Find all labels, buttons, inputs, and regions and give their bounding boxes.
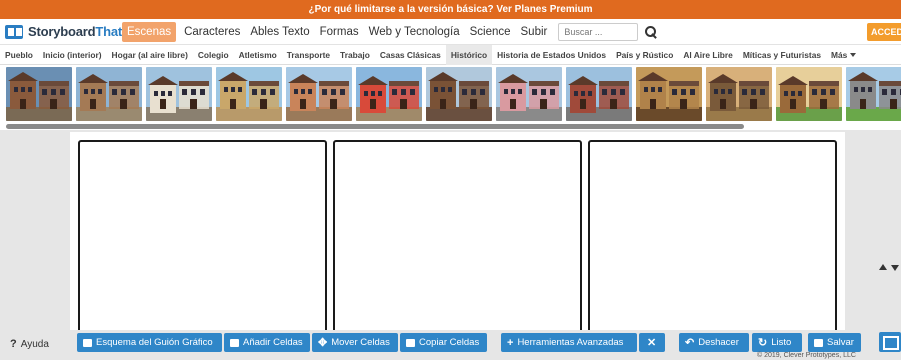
add-cells-button[interactable]: Añadir Celdas bbox=[224, 333, 310, 352]
layout-icon bbox=[83, 338, 92, 347]
tab-caracteres[interactable]: Caracteres bbox=[179, 22, 245, 42]
scene-thumbnail-market-square[interactable] bbox=[286, 67, 352, 121]
tab-subir[interactable]: Subir bbox=[516, 22, 553, 42]
undo-label: Deshacer bbox=[698, 337, 739, 348]
move-icon: ✥ bbox=[318, 337, 328, 349]
storyboard-cell[interactable] bbox=[333, 140, 582, 334]
done-label: Listo bbox=[771, 337, 792, 348]
scene-thumbnail-castle-interior[interactable] bbox=[706, 67, 772, 121]
scene-thumbnail-brick-street[interactable] bbox=[6, 67, 72, 121]
logo-text-main: Storyboard bbox=[28, 24, 96, 39]
tab-web-tecnologia[interactable]: Web y Tecnología bbox=[364, 22, 465, 42]
scene-thumbnail-stone-row[interactable] bbox=[76, 67, 142, 121]
tab-science[interactable]: Science bbox=[465, 22, 516, 42]
storyboard-layout-label: Esquema del Guión Gráfico bbox=[96, 337, 213, 348]
category-hogar-aire-libre[interactable]: Hogar (al aire libre) bbox=[107, 45, 193, 65]
bottom-toolbar: ? Ayuda Esquema del Guión Gráfico Añadir… bbox=[0, 330, 901, 360]
storyboard-layout-button[interactable]: Esquema del Guión Gráfico bbox=[77, 333, 222, 352]
advanced-tools-button[interactable]: + Herramientas Avanzadas bbox=[501, 333, 637, 352]
undo-button[interactable]: ↶ Deshacer bbox=[679, 333, 749, 352]
category-inicio-interior[interactable]: Inicio (interior) bbox=[38, 45, 107, 65]
add-cells-icon bbox=[230, 338, 239, 347]
refresh-icon: ↻ bbox=[758, 337, 768, 349]
chevron-down-icon bbox=[850, 52, 857, 57]
category-casas-clasicas[interactable]: Casas Clásicas bbox=[375, 45, 446, 65]
save-icon bbox=[814, 338, 823, 347]
category-al-aire-libre[interactable]: Al Aire Libre bbox=[678, 45, 738, 65]
copy-cells-label: Copiar Celdas bbox=[419, 337, 480, 348]
copy-cells-button[interactable]: Copiar Celdas bbox=[400, 333, 487, 352]
premium-banner-text[interactable]: ¿Por qué limitarse a la versión básica? … bbox=[308, 4, 592, 15]
scene-thumbnail-pink-townhouse[interactable] bbox=[496, 67, 562, 121]
fullscreen-button[interactable]: ✕ bbox=[639, 333, 665, 352]
category-historico[interactable]: Histórico bbox=[445, 44, 493, 65]
storyboard-logo-icon bbox=[5, 24, 23, 39]
scroll-down-icon[interactable] bbox=[891, 265, 899, 271]
premium-banner[interactable]: ¿Por qué limitarse a la versión básica? … bbox=[0, 0, 901, 19]
search-input[interactable] bbox=[558, 22, 639, 41]
scrollbar-thumb[interactable] bbox=[6, 124, 744, 129]
login-button[interactable]: ACCEDE bbox=[867, 23, 901, 41]
help-icon: ? bbox=[10, 338, 17, 350]
tab-escenas[interactable]: Escenas bbox=[122, 21, 177, 42]
tab-formas[interactable]: Formas bbox=[315, 22, 364, 42]
expand-icon: ✕ bbox=[647, 337, 657, 349]
panel-scroll-controls bbox=[879, 264, 899, 271]
storyboardthat-logo[interactable]: StoryboardThat bbox=[5, 24, 122, 39]
category-pais-rustico[interactable]: País y Rústico bbox=[611, 45, 678, 65]
category-more-label: Más bbox=[831, 49, 848, 60]
advanced-tools-label: Herramientas Avanzadas bbox=[517, 337, 624, 348]
storyboard-canvas bbox=[70, 132, 845, 334]
save-label: Salvar bbox=[827, 337, 854, 348]
category-colegio[interactable]: Colegio bbox=[193, 45, 234, 65]
move-cells-label: Mover Celdas bbox=[331, 337, 390, 348]
category-more-dropdown[interactable]: Más bbox=[826, 45, 861, 65]
scene-thumbnail-strip bbox=[0, 66, 901, 124]
storyboard-workspace bbox=[0, 130, 901, 334]
done-button[interactable]: ↻ Listo bbox=[752, 333, 802, 352]
undo-icon: ↶ bbox=[685, 337, 695, 349]
library-tabs: Escenas Caracteres Ables Texto Formas We… bbox=[122, 19, 552, 45]
save-button[interactable]: Salvar bbox=[808, 333, 861, 352]
help-link[interactable]: ? Ayuda bbox=[10, 338, 49, 350]
add-cells-label: Añadir Celdas bbox=[243, 337, 303, 348]
scene-thumbnail-alley[interactable] bbox=[426, 67, 492, 121]
scene-thumbnail-courtyard[interactable] bbox=[776, 67, 842, 121]
scene-thumbnail-tudor-house[interactable] bbox=[146, 67, 212, 121]
category-miticas-futuristas[interactable]: Míticas y Futuristas bbox=[738, 45, 826, 65]
scene-thumbnail-balcony[interactable] bbox=[636, 67, 702, 121]
scroll-up-icon[interactable] bbox=[879, 264, 887, 270]
move-cells-button[interactable]: ✥ Mover Celdas bbox=[312, 333, 398, 352]
category-transporte[interactable]: Transporte bbox=[282, 45, 335, 65]
scene-thumbnail-adobe-town[interactable] bbox=[216, 67, 282, 121]
scene-category-bar: Pueblo Inicio (interior) Hogar (al aire … bbox=[0, 44, 901, 65]
category-trabajo[interactable]: Trabajo bbox=[335, 45, 375, 65]
copyright-text: © 2019, Clever Prototypes, LLC bbox=[757, 352, 856, 359]
storyboard-cell[interactable] bbox=[588, 140, 837, 334]
category-atletismo[interactable]: Atletismo bbox=[234, 45, 282, 65]
logo-text-accent: That bbox=[95, 24, 122, 39]
scene-thumbnail-colorful-row[interactable] bbox=[356, 67, 422, 121]
tab-ables-texto[interactable]: Ables Texto bbox=[245, 22, 314, 42]
copy-icon bbox=[406, 338, 415, 347]
scene-thumbnail-castle-green[interactable] bbox=[846, 67, 901, 121]
category-pueblo[interactable]: Pueblo bbox=[0, 45, 38, 65]
storyboard-cell[interactable] bbox=[78, 140, 327, 334]
category-historia-estados-unidos[interactable]: Historia de Estados Unidos bbox=[492, 45, 611, 65]
layout-panel-icon[interactable] bbox=[879, 332, 901, 352]
top-navigation-bar: StoryboardThat Escenas Caracteres Ables … bbox=[0, 19, 901, 45]
help-label: Ayuda bbox=[20, 338, 49, 350]
search-icon[interactable] bbox=[644, 25, 658, 39]
scene-thumbnail-brick-corner[interactable] bbox=[566, 67, 632, 121]
plus-icon: + bbox=[507, 336, 514, 349]
